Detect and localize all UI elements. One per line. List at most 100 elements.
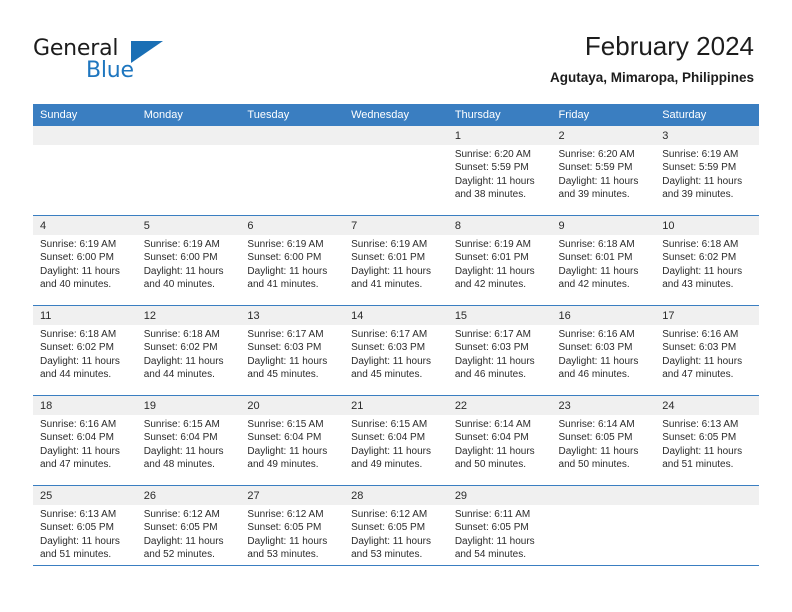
calendar-day-cell[interactable]: 20 Sunrise: 6:15 AM Sunset: 6:04 PM Dayligh… xyxy=(240,395,345,486)
day-cell-inner: 21 Sunrise: 6:15 AM Sunset: 6:04 PM Dayligh… xyxy=(344,396,448,485)
calendar-day-cell[interactable]: 17 Sunrise: 6:16 AM Sunset: 6:03 PM Dayligh… xyxy=(655,305,759,396)
calendar-day-cell[interactable]: 2 Sunrise: 6:20 AM Sunset: 5:59 PM Daylight… xyxy=(551,126,656,216)
daylight-duration-line2: and 50 minutes. xyxy=(454,458,526,470)
day-sun-info: Sunrise: 6:14 AM Sunset: 6:05 PM Daylight:… xyxy=(552,415,656,471)
calendar-day-cell[interactable]: 24 Sunrise: 6:13 AM Sunset: 6:05 PM Dayligh… xyxy=(655,395,759,486)
daylight-duration-line2: and 38 minutes. xyxy=(454,188,526,200)
day-sun-info: Sunrise: 6:17 AM Sunset: 6:03 PM Daylight:… xyxy=(448,325,552,381)
daylight-duration-line2: and 44 minutes. xyxy=(40,368,112,380)
sunrise-time: Sunrise: 6:11 AM xyxy=(454,509,531,520)
calendar-day-cell[interactable]: 26 Sunrise: 6:12 AM Sunset: 6:05 PM Dayligh… xyxy=(136,485,241,575)
calendar-day-cell[interactable]: 1 Sunrise: 6:20 AM Sunset: 5:59 PM Daylight… xyxy=(447,126,552,216)
day-sun-info: Sunrise: 6:19 AM Sunset: 5:59 PM Daylight:… xyxy=(655,145,759,201)
calendar-day-cell[interactable]: 9 Sunrise: 6:18 AM Sunset: 6:01 PM Daylight… xyxy=(551,215,656,306)
calendar-week-row: 11 Sunrise: 6:18 AM Sunset: 6:02 PM Dayligh… xyxy=(33,305,759,396)
sunset-time: Sunset: 6:00 PM xyxy=(143,252,218,264)
day-cell-inner: 12 Sunrise: 6:18 AM Sunset: 6:02 PM Dayligh… xyxy=(136,306,241,395)
calendar-day-cell[interactable]: 23 Sunrise: 6:14 AM Sunset: 6:05 PM Dayligh… xyxy=(551,395,656,486)
weekday-header-tuesday: Tuesday xyxy=(240,104,345,126)
sunrise-time: Sunrise: 6:19 AM xyxy=(454,239,531,250)
day-cell-inner: 8 Sunrise: 6:19 AM Sunset: 6:01 PM Daylight… xyxy=(447,216,552,305)
day-sun-info: Sunrise: 6:20 AM Sunset: 5:59 PM Daylight:… xyxy=(448,145,552,201)
day-number: 28 xyxy=(344,486,448,505)
calendar-day-cell[interactable]: 3 Sunrise: 6:19 AM Sunset: 5:59 PM Daylight… xyxy=(655,126,759,216)
day-number: 3 xyxy=(655,126,759,145)
day-cell-inner: 28 Sunrise: 6:12 AM Sunset: 6:05 PM Dayligh… xyxy=(344,486,448,575)
day-sun-info: Sunrise: 6:19 AM Sunset: 6:01 PM Daylight:… xyxy=(344,235,448,291)
sunrise-time: Sunrise: 6:13 AM xyxy=(40,509,117,520)
sunset-time: Sunset: 6:03 PM xyxy=(247,342,322,354)
calendar-day-cell[interactable]: 19 Sunrise: 6:15 AM Sunset: 6:04 PM Dayligh… xyxy=(136,395,241,486)
calendar-day-cell[interactable]: 16 Sunrise: 6:16 AM Sunset: 6:03 PM Dayligh… xyxy=(551,305,656,396)
sunrise-time: Sunrise: 6:15 AM xyxy=(143,419,220,430)
sunrise-time: Sunrise: 6:20 AM xyxy=(454,149,531,160)
daylight-duration-line1: Daylight: 11 hours xyxy=(247,265,328,277)
sunset-time: Sunset: 6:05 PM xyxy=(351,522,426,534)
sunset-time: Sunset: 6:03 PM xyxy=(662,342,737,354)
sunset-time: Sunset: 6:05 PM xyxy=(454,522,529,534)
calendar-day-cell[interactable]: 8 Sunrise: 6:19 AM Sunset: 6:01 PM Daylight… xyxy=(447,215,552,306)
calendar-day-cell[interactable]: 28 Sunrise: 6:12 AM Sunset: 6:05 PM Dayligh… xyxy=(344,485,448,575)
daylight-duration-line1: Daylight: 11 hours xyxy=(247,445,328,457)
day-sun-info: Sunrise: 6:18 AM Sunset: 6:01 PM Daylight:… xyxy=(552,235,656,291)
day-number: 6 xyxy=(240,216,345,235)
calendar-day-cell[interactable]: 7 Sunrise: 6:19 AM Sunset: 6:01 PM Daylight… xyxy=(344,215,448,306)
sunrise-time: Sunrise: 6:20 AM xyxy=(558,149,635,160)
daylight-duration-line1: Daylight: 11 hours xyxy=(454,265,535,277)
daylight-duration-line1: Daylight: 11 hours xyxy=(454,535,535,547)
day-number: 27 xyxy=(240,486,345,505)
calendar-day-cell[interactable]: 6 Sunrise: 6:19 AM Sunset: 6:00 PM Daylight… xyxy=(240,215,345,306)
daylight-duration-line1: Daylight: 11 hours xyxy=(40,445,120,457)
daylight-duration-line2: and 39 minutes. xyxy=(558,188,630,200)
calendar-day-cell[interactable]: 11 Sunrise: 6:18 AM Sunset: 6:02 PM Dayligh… xyxy=(33,305,137,396)
brand-logo[interactable]: General Blue xyxy=(33,36,263,92)
day-sun-info: Sunrise: 6:16 AM Sunset: 6:03 PM Daylight:… xyxy=(655,325,759,381)
day-number xyxy=(655,486,759,505)
daylight-duration-line2: and 52 minutes. xyxy=(143,548,215,560)
day-sun-info: Sunrise: 6:16 AM Sunset: 6:03 PM Daylight:… xyxy=(552,325,656,381)
day-number: 17 xyxy=(655,306,759,325)
calendar-day-cell[interactable]: 5 Sunrise: 6:19 AM Sunset: 6:00 PM Daylight… xyxy=(136,215,241,306)
daylight-duration-line1: Daylight: 11 hours xyxy=(351,265,431,277)
daylight-duration-line1: Daylight: 11 hours xyxy=(143,535,224,547)
day-number: 14 xyxy=(344,306,448,325)
day-sun-info: Sunrise: 6:19 AM Sunset: 6:00 PM Daylight:… xyxy=(33,235,137,291)
day-cell-inner: 26 Sunrise: 6:12 AM Sunset: 6:05 PM Dayligh… xyxy=(136,486,241,575)
daylight-duration-line1: Daylight: 11 hours xyxy=(351,535,431,547)
daylight-duration-line2: and 40 minutes. xyxy=(143,278,215,290)
sunset-time: Sunset: 6:00 PM xyxy=(40,252,114,264)
calendar-day-cell[interactable]: 18 Sunrise: 6:16 AM Sunset: 6:04 PM Dayligh… xyxy=(33,395,137,486)
daylight-duration-line2: and 43 minutes. xyxy=(662,278,734,290)
day-number: 1 xyxy=(447,126,552,145)
calendar-day-cell[interactable]: 14 Sunrise: 6:17 AM Sunset: 6:03 PM Dayligh… xyxy=(344,305,448,396)
calendar-week-row: 18 Sunrise: 6:16 AM Sunset: 6:04 PM Dayligh… xyxy=(33,395,759,486)
sunrise-time: Sunrise: 6:16 AM xyxy=(40,419,117,430)
calendar-day-cell[interactable]: 29 Sunrise: 6:11 AM Sunset: 6:05 PM Dayligh… xyxy=(447,485,552,575)
calendar-day-cell[interactable]: 10 Sunrise: 6:18 AM Sunset: 6:02 PM Dayligh… xyxy=(655,215,759,306)
calendar-day-cell[interactable]: 15 Sunrise: 6:17 AM Sunset: 6:03 PM Dayligh… xyxy=(447,305,552,396)
calendar-day-cell[interactable]: 12 Sunrise: 6:18 AM Sunset: 6:02 PM Dayligh… xyxy=(136,305,241,396)
daylight-duration-line2: and 45 minutes. xyxy=(247,368,319,380)
day-sun-info: Sunrise: 6:14 AM Sunset: 6:04 PM Daylight:… xyxy=(448,415,552,471)
day-sun-info: Sunrise: 6:15 AM Sunset: 6:04 PM Daylight:… xyxy=(137,415,241,471)
daylight-duration-line2: and 53 minutes. xyxy=(247,548,319,560)
daylight-duration-line1: Daylight: 11 hours xyxy=(662,265,743,277)
day-cell-inner xyxy=(551,486,656,575)
calendar-day-cell[interactable]: 21 Sunrise: 6:15 AM Sunset: 6:04 PM Dayligh… xyxy=(344,395,448,486)
calendar-day-cell[interactable]: 27 Sunrise: 6:12 AM Sunset: 6:05 PM Dayligh… xyxy=(240,485,345,575)
calendar-day-cell[interactable]: 13 Sunrise: 6:17 AM Sunset: 6:03 PM Dayligh… xyxy=(240,305,345,396)
calendar-day-cell[interactable]: 4 Sunrise: 6:19 AM Sunset: 6:00 PM Daylight… xyxy=(33,215,137,306)
sunset-time: Sunset: 6:01 PM xyxy=(558,252,633,264)
day-cell-inner xyxy=(344,126,448,215)
daylight-duration-line1: Daylight: 11 hours xyxy=(454,355,535,367)
day-sun-info: Sunrise: 6:17 AM Sunset: 6:03 PM Daylight:… xyxy=(240,325,344,381)
day-sun-info: Sunrise: 6:12 AM Sunset: 6:05 PM Daylight:… xyxy=(344,505,448,561)
calendar-day-cell[interactable]: 22 Sunrise: 6:14 AM Sunset: 6:04 PM Dayligh… xyxy=(447,395,552,486)
calendar-week-row: 4 Sunrise: 6:19 AM Sunset: 6:00 PM Daylight… xyxy=(33,215,759,306)
daylight-duration-line1: Daylight: 11 hours xyxy=(454,445,535,457)
calendar-body: 1 Sunrise: 6:20 AM Sunset: 5:59 PM Daylight… xyxy=(33,126,759,575)
sunset-time: Sunset: 6:05 PM xyxy=(40,522,114,534)
daylight-duration-line2: and 47 minutes. xyxy=(662,368,734,380)
calendar-day-cell[interactable]: 25 Sunrise: 6:13 AM Sunset: 6:05 PM Dayligh… xyxy=(33,485,137,575)
title-block: February 2024 Agutaya, Mimaropa, Philipp… xyxy=(550,30,754,86)
